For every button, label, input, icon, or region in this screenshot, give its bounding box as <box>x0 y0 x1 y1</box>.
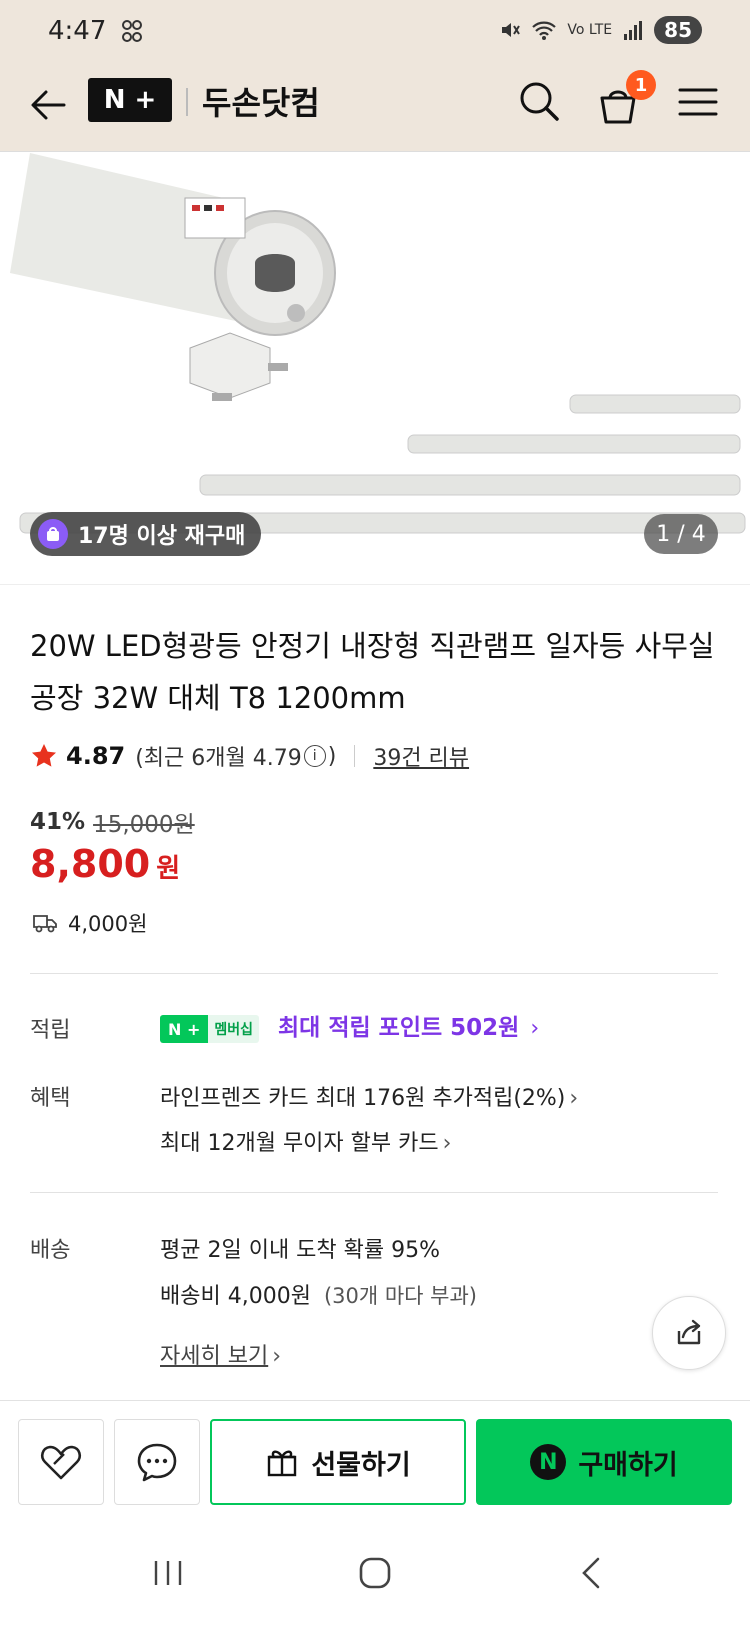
sale-price-row: 8,800 원 <box>30 842 180 886</box>
sale-currency: 원 <box>156 854 181 884</box>
section-divider <box>30 1192 718 1193</box>
recent-apps-icon[interactable] <box>150 1555 186 1591</box>
product-title-line2: 공장 32W 대체 T8 1200mm <box>30 681 406 715</box>
logo-divider <box>186 88 188 116</box>
delivery-arrival-text: 평균 2일 이내 도착 확률 95% <box>160 1238 441 1263</box>
delivery-fee-text: 배송비 4,000원 <box>160 1284 311 1309</box>
rating-divider <box>354 745 356 767</box>
app-header: N + 두손닷컴 1 <box>0 64 750 152</box>
discount-rate: 41% <box>30 809 86 835</box>
recent-rating-close: ) <box>327 743 337 769</box>
delivery-detail-link[interactable]: 자세히 보기 › <box>160 1338 281 1370</box>
points-row[interactable]: N + 멤버십 최대 적립 포인트 502원 › <box>160 1008 539 1043</box>
shopping-bag-icon <box>38 519 68 549</box>
section-divider <box>30 973 718 974</box>
status-indicators: Vo LTE 85 <box>499 16 702 44</box>
star-icon <box>32 744 56 767</box>
search-icon[interactable] <box>514 76 564 126</box>
recent-rating: (최근 6개월 4.79 <box>135 746 302 771</box>
buy-button[interactable]: N 구매하기 <box>476 1419 732 1505</box>
wishlist-button[interactable] <box>18 1419 104 1505</box>
product-title-line1: 20W LED형광등 안정기 내장형 직관램프 일자등 사무실 <box>30 629 715 663</box>
status-time: 4:47 <box>48 16 107 46</box>
rebuy-badge: 17명 이상 재구매 <box>30 512 262 556</box>
rating-score: 4.87 <box>66 742 126 770</box>
card-benefit-text: 라인프렌즈 카드 최대 176원 추가적립(2%) <box>160 1086 566 1111</box>
home-icon[interactable] <box>357 1555 393 1591</box>
delivery-label: 배송 <box>30 1238 71 1263</box>
original-price: 15,000원 <box>93 812 195 838</box>
image-page-indicator: 1 / 4 <box>644 514 718 554</box>
installment-benefit-link[interactable]: 최대 12개월 무이자 할부 카드 › <box>160 1125 451 1157</box>
status-bar: 4:47 Vo LTE 85 <box>0 0 750 64</box>
delivery-fee-note: (30개 마다 부과) <box>323 1284 477 1308</box>
points-label: 적립 <box>30 1018 71 1043</box>
membership-badge-np: N + <box>160 1015 209 1043</box>
chat-bubble-icon <box>137 1443 177 1482</box>
product-title: 20W LED형광등 안정기 내장형 직관램프 일자등 사무실 공장 32W 대… <box>30 620 730 724</box>
talk-button[interactable] <box>114 1419 200 1505</box>
info-icon[interactable]: i <box>303 745 326 767</box>
share-button[interactable] <box>652 1296 726 1370</box>
battery-level: 85 <box>654 16 702 44</box>
naver-plus-membership-badge: N + 멤버십 <box>160 1015 260 1043</box>
rebuy-text: 17명 이상 재구매 <box>78 524 246 549</box>
wifi-icon <box>532 21 557 40</box>
review-count-link[interactable]: 39건 리뷰 <box>373 740 469 772</box>
discount-row: 41% 15,000원 <box>30 805 195 839</box>
heart-icon <box>40 1445 82 1480</box>
signal-icon <box>624 21 643 40</box>
detail-link-text: 자세히 보기 <box>160 1344 269 1369</box>
bottom-action-bar: 선물하기 N 구매하기 <box>0 1400 750 1515</box>
network-label: Vo LTE <box>567 22 613 38</box>
store-name[interactable]: 두손닷컴 <box>202 78 320 124</box>
gift-button[interactable]: 선물하기 <box>210 1419 466 1505</box>
shipping-fee-row: 4,000원 <box>32 908 147 938</box>
share-icon <box>677 1319 701 1345</box>
installment-benefit-text: 최대 12개월 무이자 할부 카드 <box>160 1131 439 1156</box>
membership-badge-label: 멤버십 <box>208 1015 260 1043</box>
cart-button[interactable]: 1 <box>592 70 656 130</box>
chevron-right-icon: › <box>530 1016 540 1041</box>
back-icon[interactable] <box>574 1555 610 1591</box>
chevron-right-icon: › <box>442 1131 452 1156</box>
shipping-fee: 4,000원 <box>68 912 148 936</box>
notification-icon <box>122 20 142 42</box>
hamburger-menu-icon[interactable] <box>674 78 722 126</box>
back-arrow-icon[interactable] <box>26 82 72 128</box>
benefits-label: 혜택 <box>30 1086 71 1111</box>
npay-icon: N <box>530 1444 567 1480</box>
max-points-text: 최대 적립 포인트 502원 <box>278 1015 520 1041</box>
delivery-truck-icon <box>33 915 57 933</box>
chevron-right-icon: › <box>569 1086 579 1111</box>
rating-row: 4.87 (최근 6개월 4.79 i ) 39건 리뷰 <box>30 740 469 772</box>
gift-button-label: 선물하기 <box>311 1449 411 1481</box>
buy-button-label: 구매하기 <box>578 1449 678 1481</box>
delivery-fee-row: 배송비 4,000원 (30개 마다 부과) <box>160 1278 477 1310</box>
logo-text: N + <box>103 85 157 115</box>
mute-icon <box>502 23 521 37</box>
gift-icon <box>268 1450 297 1477</box>
card-benefit-link[interactable]: 라인프렌즈 카드 최대 176원 추가적립(2%) › <box>160 1080 578 1112</box>
cart-count-badge: 1 <box>626 70 656 100</box>
naver-plus-logo[interactable]: N + <box>88 78 172 122</box>
system-nav-bar <box>0 1515 750 1625</box>
sale-price: 8,800 <box>30 842 151 886</box>
chevron-right-icon: › <box>272 1344 282 1369</box>
